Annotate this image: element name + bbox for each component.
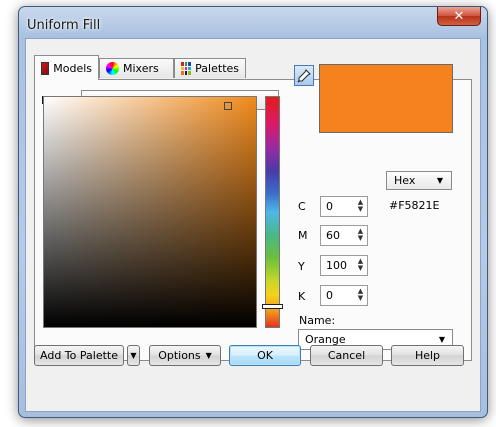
yellow-label: Y [298,260,305,273]
tab-mixers[interactable]: Mixers [99,58,174,78]
chevron-down-icon: ▼ [436,176,443,185]
ok-label: OK [257,349,273,362]
add-to-palette-label: Add To Palette [40,349,118,362]
close-icon: ✕ [453,8,465,24]
tab-models-label: Models [53,61,92,75]
help-button[interactable]: Help [391,345,464,366]
color-field[interactable] [43,96,257,328]
tab-palettes-label: Palettes [195,62,239,75]
options-label: Options [158,349,201,362]
uniform-fill-dialog: Uniform Fill ✕ Models Mixers Palettes Mo… [18,6,488,418]
yellow-value: 100 [326,259,347,272]
tab-mixers-label: Mixers [123,62,159,75]
help-label: Help [414,349,441,362]
tab-models[interactable]: Models [34,55,99,80]
color-wheel-icon [106,62,119,75]
options-button[interactable]: Options ▼ [149,345,221,366]
yellow-input[interactable]: 100 ▲ ▼ [320,255,368,276]
window-title: Uniform Fill [27,18,101,33]
name-label: Name: [299,314,336,327]
spinner-icon[interactable]: ▲ ▼ [357,199,364,214]
cancel-button[interactable]: Cancel [310,345,383,366]
hex-value: #F5821E [389,199,440,212]
cyan-value: 0 [326,200,333,213]
add-to-palette-button[interactable]: Add To Palette [34,345,124,366]
black-label: K [298,290,306,303]
cyan-label: C [298,200,306,213]
cancel-label: Cancel [327,349,366,362]
color-field-marker[interactable] [224,102,232,110]
format-dropdown[interactable]: Hex ▼ [386,171,452,190]
chevron-down-icon: ▼ [130,351,137,360]
ok-button[interactable]: OK [229,345,301,366]
tab-palettes[interactable]: Palettes [174,58,246,78]
magenta-value: 60 [326,229,340,242]
spinner-icon[interactable]: ▲ ▼ [357,288,364,303]
black-input[interactable]: 0 ▲ ▼ [320,285,368,306]
eyedropper-button[interactable] [294,65,314,86]
chevron-down-icon: ▼ [205,351,212,360]
magenta-input[interactable]: 60 ▲ ▼ [320,225,368,246]
palette-grid-icon [181,62,192,75]
add-to-palette-menu-button[interactable]: ▼ [127,345,140,366]
spinner-icon[interactable]: ▲ ▼ [357,228,364,243]
eyedropper-icon [297,68,311,83]
magenta-label: M [298,229,308,242]
hue-slider-track[interactable] [265,96,280,328]
color-preview-swatch [319,64,453,133]
close-button[interactable]: ✕ [437,7,481,26]
cyan-input[interactable]: 0 ▲ ▼ [320,196,368,217]
format-dropdown-value: Hex [394,174,416,187]
hue-slider-handle[interactable] [262,304,283,309]
black-value: 0 [326,289,333,302]
chevron-down-icon: ▼ [438,335,445,344]
color-models-icon [41,61,50,75]
spinner-icon[interactable]: ▲ ▼ [357,258,364,273]
